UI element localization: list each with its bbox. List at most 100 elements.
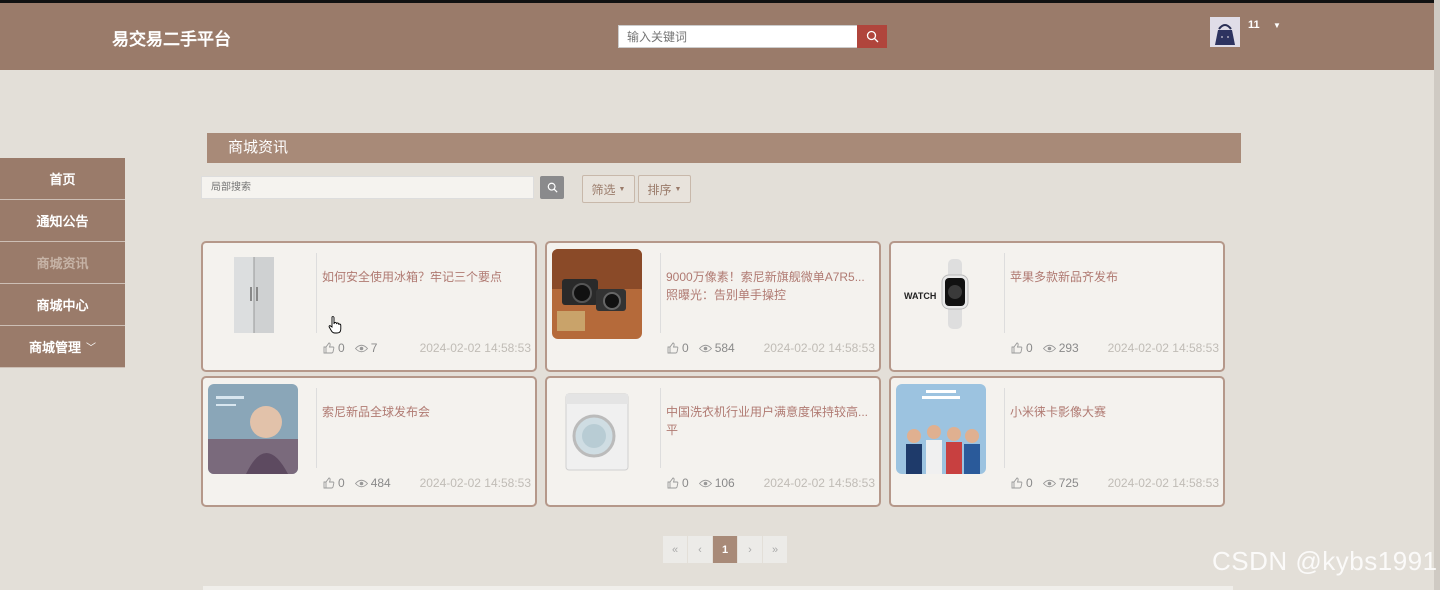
thumbs-up-icon [1011,342,1023,354]
watermark: CSDN @kybs1991 [1212,546,1438,576]
header-search [618,25,887,48]
sort-label: 排序 [647,182,672,197]
thumbs-up-icon [667,477,679,489]
local-search-button[interactable] [540,176,564,199]
search-icon [547,182,558,193]
news-meta: 0 293 2024-02-02 14:58:53 [1011,341,1219,355]
filter-button[interactable]: 筛选 ▼ [582,175,635,203]
news-card[interactable]: 如何安全使用冰箱？牢记三个要点 0 7 2024-02-02 14:58:53 [201,241,537,372]
sidebar-item-news[interactable]: 商城资讯 [0,242,125,284]
news-card[interactable]: 中国洗衣机行业用户满意度保持较高...平 0 106 2024-02-02 14… [545,376,881,507]
news-card[interactable]: WATCH 苹果多款新品齐发布 0 293 2024-02-02 14:58:5… [889,241,1225,372]
news-title[interactable]: 苹果多款新品齐发布 [1010,268,1220,286]
news-card[interactable]: 9000万像素！索尼新旗舰微单A7R5...照曝光：告别单手操控 0 584 2… [545,241,881,372]
card-divider [660,388,661,468]
sort-button[interactable]: 排序 ▼ [638,175,691,203]
news-date: 2024-02-02 14:58:53 [419,476,531,490]
page-scrollbar[interactable] [1434,0,1440,590]
section-title: 商城资讯 [207,133,1241,163]
top-bar: 易交易二手平台 11 ▼ [0,0,1440,70]
washing-machine-image[interactable] [552,384,642,474]
news-date: 2024-02-02 14:58:53 [763,476,875,490]
user-menu-caret-icon[interactable]: ▼ [1273,21,1281,30]
thumbs-up-icon [323,342,335,354]
thumbs-up-icon [323,477,335,489]
like-count[interactable]: 0 [323,476,345,490]
news-date: 2024-02-02 14:58:53 [763,341,875,355]
card-divider [316,253,317,333]
pagination: « ‹ 1 › » [663,536,788,563]
news-meta: 0 484 2024-02-02 14:58:53 [323,476,531,490]
eye-icon [1042,479,1056,487]
news-date: 2024-02-02 14:58:53 [419,341,531,355]
xiaomi-leica-image[interactable] [896,384,986,474]
news-title[interactable]: 索尼新品全球发布会 [322,403,532,421]
apple-watch-image[interactable]: WATCH [896,249,986,339]
view-count: 725 [1042,476,1079,490]
sidebar: 首页 通知公告 商城资讯 商城中心 商城管理 ﹀ [0,158,125,368]
card-divider [316,388,317,468]
sidebar-item-label: 通知公告 [36,214,89,229]
card-divider [660,253,661,333]
eye-icon [1042,344,1056,352]
like-count[interactable]: 0 [667,476,689,490]
card-divider [1004,253,1005,333]
like-count[interactable]: 0 [667,341,689,355]
sidebar-item-label: 商城管理 [28,340,81,355]
caret-down-icon: ▼ [618,185,626,193]
last-page-button[interactable]: » [763,536,787,563]
eye-icon [698,479,712,487]
sidebar-item-mall-center[interactable]: 商城中心 [0,284,125,326]
current-page-button[interactable]: 1 [713,536,737,563]
prev-page-button[interactable]: ‹ [688,536,712,563]
avatar[interactable] [1210,17,1240,47]
news-title[interactable]: 小米徕卡影像大赛 [1010,403,1220,421]
chevron-down-icon: ﹀ [86,343,96,354]
sony-event-image[interactable] [208,384,298,474]
news-meta: 0 106 2024-02-02 14:58:53 [667,476,875,490]
header-search-button[interactable] [857,25,887,48]
sidebar-item-notices[interactable]: 通知公告 [0,200,125,242]
search-icon [866,30,878,43]
svg-text:WATCH: WATCH [904,291,936,301]
view-count: 293 [1042,341,1079,355]
like-count[interactable]: 0 [1011,341,1033,355]
view-count: 484 [354,476,391,490]
camera-image[interactable] [552,249,642,339]
sidebar-item-mall-management[interactable]: 商城管理 ﹀ [0,326,125,368]
filter-label: 筛选 [591,182,616,197]
like-count[interactable]: 0 [323,341,345,355]
brand-title[interactable]: 易交易二手平台 [112,25,231,50]
next-page-button[interactable]: › [738,536,762,563]
news-title[interactable]: 如何安全使用冰箱？牢记三个要点 [322,268,532,286]
news-meta: 0 7 2024-02-02 14:58:53 [323,341,531,355]
news-date: 2024-02-02 14:58:53 [1107,341,1219,355]
hand-cursor-icon [328,316,342,334]
header-search-input[interactable] [618,25,857,48]
news-meta: 0 725 2024-02-02 14:58:53 [1011,476,1219,490]
first-page-button[interactable]: « [663,536,687,563]
view-count: 106 [698,476,735,490]
footer-edge [203,586,1233,590]
eye-icon [698,344,712,352]
refrigerator-image[interactable] [208,249,298,339]
thumbs-up-icon [667,342,679,354]
username[interactable]: 11 [1248,19,1260,31]
card-divider [1004,388,1005,468]
news-title[interactable]: 中国洗衣机行业用户满意度保持较高...平 [666,403,876,439]
news-date: 2024-02-02 14:58:53 [1107,476,1219,490]
view-count: 7 [354,341,377,355]
news-card[interactable]: 索尼新品全球发布会 0 484 2024-02-02 14:58:53 [201,376,537,507]
sidebar-item-label: 商城中心 [36,298,89,313]
sidebar-item-label: 首页 [49,172,76,187]
view-count: 584 [698,341,735,355]
like-count[interactable]: 0 [1011,476,1033,490]
local-search-input[interactable] [201,176,534,199]
eye-icon [354,479,368,487]
news-meta: 0 584 2024-02-02 14:58:53 [667,341,875,355]
sidebar-item-label: 商城资讯 [36,256,89,271]
news-card[interactable]: 小米徕卡影像大赛 0 725 2024-02-02 14:58:53 [889,376,1225,507]
thumbs-up-icon [1011,477,1023,489]
sidebar-item-home[interactable]: 首页 [0,158,125,200]
news-title[interactable]: 9000万像素！索尼新旗舰微单A7R5...照曝光：告别单手操控 [666,268,876,304]
